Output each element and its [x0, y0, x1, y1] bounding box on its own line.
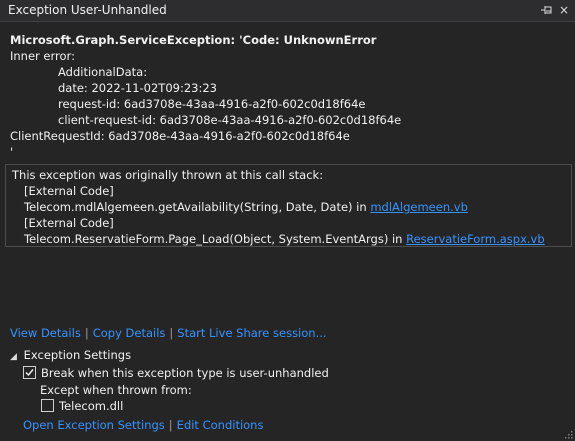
source-file-link-reservatieform[interactable]: ReservatieForm.aspx.vb [406, 232, 545, 246]
exception-settings-heading: Exception Settings [23, 348, 132, 362]
break-setting-row[interactable]: Break when this exception type is user-u… [23, 365, 329, 381]
separator: | [84, 326, 89, 340]
exception-settings-toggle[interactable]: ◢ Exception Settings [10, 348, 131, 362]
stack-frame: [External Code] [24, 183, 545, 199]
module-checkbox[interactable] [41, 399, 54, 412]
separator: | [168, 418, 173, 432]
stack-frame-text: [External Code] [24, 216, 114, 230]
source-file-link-mdlalgemeen[interactable]: mdlAlgemeen.vb [370, 200, 468, 214]
stack-frame: [External Code] [24, 215, 545, 231]
stack-frame-text: [External Code] [24, 184, 114, 198]
footer-links: Open Exception Settings | Edit Conditions [23, 418, 263, 432]
call-stack-panel: This exception was originally thrown at … [5, 164, 572, 247]
collapse-triangle-icon: ◢ [10, 352, 17, 362]
copy-details-link[interactable]: Copy Details [93, 326, 166, 340]
resize-grip-icon[interactable] [563, 429, 573, 439]
call-stack-frames: [External Code] Telecom.mdlAlgemeen.getA… [24, 183, 545, 247]
break-checkbox[interactable] [23, 366, 36, 379]
close-icon[interactable]: × [557, 2, 571, 18]
edit-conditions-link[interactable]: Edit Conditions [177, 418, 264, 432]
open-exception-settings-link[interactable]: Open Exception Settings [23, 418, 165, 432]
action-links: View Details | Copy Details | Start Live Sha… [10, 325, 327, 341]
pin-icon[interactable] [540, 2, 554, 18]
live-share-link[interactable]: Start Live Share session... [177, 326, 326, 340]
title-bar: Exception User-Unhandled × [0, 0, 575, 22]
module-checkbox-label: Telecom.dll [59, 399, 124, 413]
client-request-id-summary: ClientRequestId: 6ad3708e-43aa-4916-a2f0… [10, 129, 350, 143]
request-id-line: request-id: 6ad3708e-43aa-4916-a2f0-602c… [58, 97, 366, 111]
call-stack-heading: This exception was originally thrown at … [12, 168, 324, 182]
inner-error-label: Inner error: [10, 49, 75, 63]
message-closing-quote: ' [10, 145, 14, 159]
stack-frame-text: Telecom.mdlAlgemeen.getAvailability(Stri… [24, 200, 371, 214]
client-request-id-line: client-request-id: 6ad3708e-43aa-4916-a2… [58, 113, 402, 127]
exception-type: Microsoft.Graph.ServiceException: 'Code:… [10, 33, 377, 47]
date-line: date: 2022-11-02T09:23:23 [58, 81, 217, 95]
separator: | [169, 326, 174, 340]
module-setting-row[interactable]: Telecom.dll [41, 398, 123, 414]
exception-message: Microsoft.Graph.ServiceException: 'Code:… [10, 32, 401, 160]
stack-frame-text: Telecom.ReservatieForm.Page_Load(Object,… [24, 232, 407, 246]
stack-frame: Telecom.mdlAlgemeen.getAvailability(Stri… [24, 199, 545, 215]
additional-data-label: AdditionalData: [58, 65, 148, 79]
view-details-link[interactable]: View Details [10, 326, 81, 340]
break-checkbox-label: Break when this exception type is user-u… [41, 366, 329, 380]
window-title: Exception User-Unhandled [8, 3, 167, 17]
except-when-thrown-label: Except when thrown from: [40, 383, 192, 397]
stack-frame: Telecom.ReservatieForm.Page_Load(Object,… [24, 231, 545, 247]
